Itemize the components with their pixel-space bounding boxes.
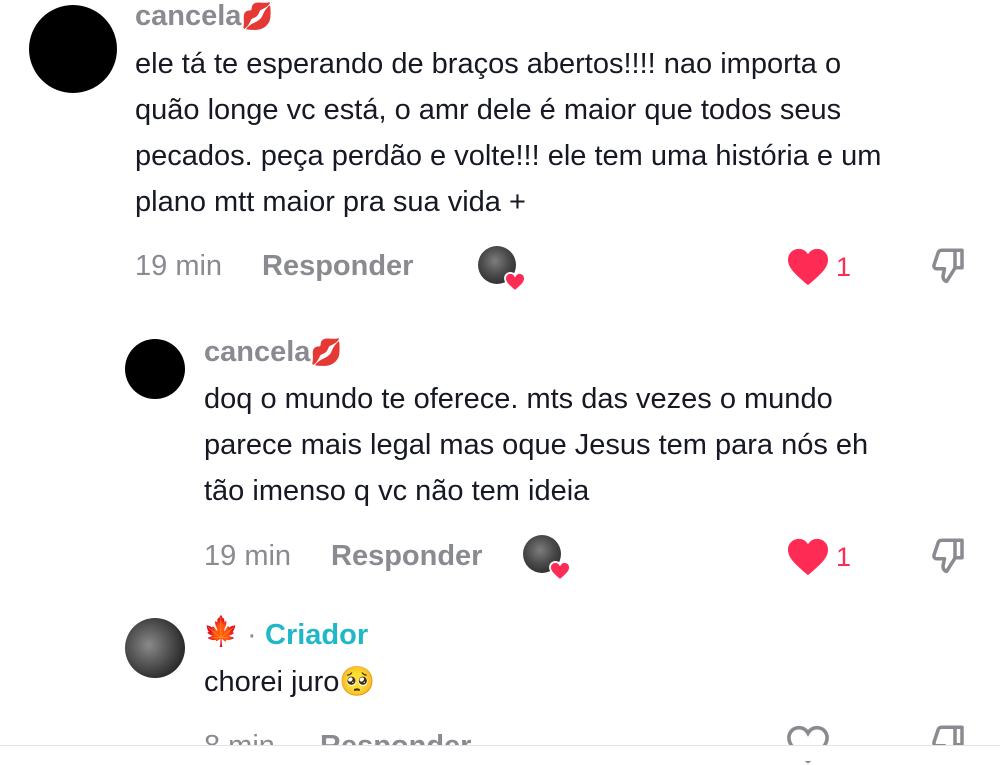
username-text: cancela [135, 0, 242, 32]
like-count: 1 [836, 542, 852, 572]
comment-username[interactable]: cancela💋 [204, 336, 343, 369]
reply-button[interactable]: Responder [331, 540, 482, 573]
lips-emoji: 💋 [310, 337, 343, 367]
comment-line: parece mais legal mas oque Jesus tem par… [204, 429, 869, 461]
liked-by-creator-badge [478, 246, 526, 292]
dislike-icon[interactable] [927, 535, 969, 577]
comment-text: chorei juro🥺 [204, 659, 376, 705]
comment-line: ele tá te esperando de braços abertos!!!… [135, 48, 842, 80]
avatar[interactable] [125, 339, 185, 399]
separator-dot: · [247, 619, 257, 651]
comment-line: pecados. peça perdão e volte!!! ele tem … [135, 140, 882, 172]
heart-icon[interactable] [786, 247, 830, 287]
liked-by-creator-badge [523, 535, 571, 581]
bottom-overlay [0, 746, 1000, 761]
reply-button[interactable]: Responder [262, 250, 413, 283]
comment-line: doq o mundo te oferece. mts das vezes o … [204, 383, 833, 415]
heart-icon[interactable] [786, 537, 830, 577]
like-count: 1 [836, 252, 852, 282]
maple-leaf-emoji: 🍁 [203, 616, 240, 648]
comment-timestamp: 19 min [204, 540, 292, 572]
comment-line: chorei juro🥺 [204, 666, 376, 698]
avatar[interactable] [29, 5, 117, 93]
comment-line: quão longe vc está, o amr dele é maior q… [135, 94, 842, 126]
creator-label: Criador [265, 619, 369, 651]
comment-text: doq o mundo te oferece. mts das vezes o … [204, 376, 868, 514]
lips-emoji: 💋 [241, 1, 274, 31]
comment-line: tão imenso q vc não tem ideia [204, 475, 590, 507]
comment-text: ele tá te esperando de braços abertos!!!… [135, 41, 881, 225]
avatar[interactable] [125, 618, 185, 678]
comment-line: plano mtt maior pra sua vida + [135, 186, 526, 218]
comment-username[interactable]: cancela💋 [135, 0, 274, 33]
username-text: cancela [204, 336, 311, 368]
dislike-icon[interactable] [927, 245, 969, 287]
comment-timestamp: 19 min [135, 250, 223, 282]
